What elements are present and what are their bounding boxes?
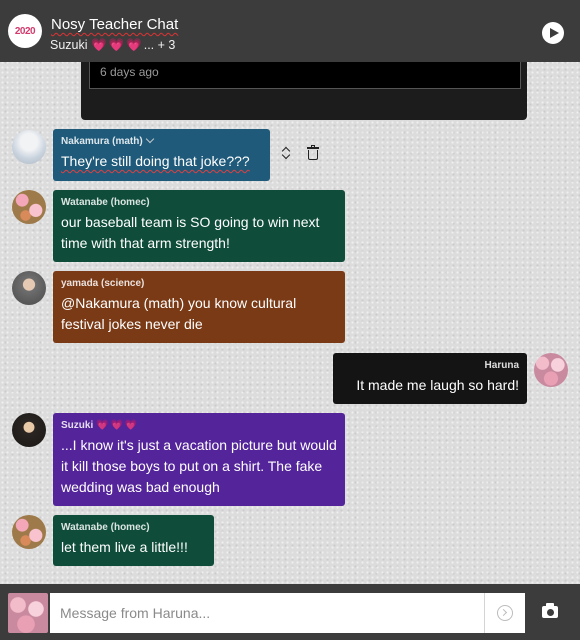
media-card[interactable]: 6 days ago — [81, 62, 527, 120]
composer-bar — [0, 584, 580, 640]
media-preview: 6 days ago — [89, 62, 521, 89]
sender-name: Watanabe (homec) — [61, 197, 150, 208]
avatar[interactable] — [534, 353, 568, 387]
sort-icon[interactable] — [282, 146, 291, 160]
message-bubble[interactable]: Haruna It made me laugh so hard! — [333, 353, 527, 404]
trash-icon[interactable] — [307, 145, 319, 160]
sender-name: Suzuki 💗💗💗 — [61, 420, 140, 431]
message-bubble[interactable]: Suzuki 💗💗💗 ...I know it's just a vacatio… — [53, 413, 345, 506]
media-timestamp: 6 days ago — [100, 65, 159, 79]
camera-icon[interactable] — [542, 603, 558, 618]
sender-name: Nakamura (math) — [61, 134, 262, 147]
send-button[interactable] — [484, 593, 525, 633]
avatar[interactable] — [12, 130, 46, 164]
message-bubble[interactable]: Watanabe (homec) let them live a little!… — [53, 515, 214, 566]
message-actions — [282, 145, 319, 160]
message-bubble[interactable]: yamada (science) @Nakamura (math) you kn… — [53, 271, 345, 343]
message-text: let them live a little!!! — [61, 539, 188, 555]
send-icon — [497, 605, 513, 621]
members-first: Suzuki — [50, 38, 88, 52]
avatar[interactable] — [12, 413, 46, 447]
own-avatar[interactable] — [8, 593, 48, 633]
message-bubble[interactable]: Watanabe (homec) our baseball team is SO… — [53, 190, 345, 262]
sender-name: Watanabe (homec) — [61, 522, 150, 533]
chevron-down-icon[interactable] — [145, 134, 154, 144]
members-more: ... + 3 — [143, 38, 176, 52]
sender-name: yamada (science) — [61, 278, 145, 289]
avatar[interactable] — [12, 190, 46, 224]
chat-header: 2020 Nosy Teacher Chat Suzuki 💗💗💗... + 3 — [0, 0, 580, 62]
message-text: ...I know it's just a vacation picture b… — [61, 437, 337, 495]
hearts-icon: 💗💗💗 — [91, 38, 144, 52]
message-text: It made me laugh so hard! — [356, 377, 519, 393]
members-list[interactable]: Suzuki 💗💗💗... + 3 — [50, 38, 175, 53]
chat-title[interactable]: Nosy Teacher Chat — [51, 16, 178, 33]
hearts-icon: 💗💗💗 — [96, 420, 140, 431]
avatar[interactable] — [12, 515, 46, 549]
message-text: They're still doing that joke??? — [61, 153, 250, 169]
message-text: our baseball team is SO going to win nex… — [61, 214, 320, 251]
logo-text: 2020 — [14, 25, 36, 37]
play-icon[interactable] — [542, 22, 564, 44]
message-text: @Nakamura (math) you know cultural festi… — [61, 295, 297, 332]
sender-name: Haruna — [484, 360, 519, 371]
message-bubble[interactable]: Nakamura (math) They're still doing that… — [53, 129, 270, 181]
avatar[interactable] — [12, 271, 46, 305]
message-input[interactable] — [50, 593, 484, 633]
group-logo[interactable]: 2020 — [8, 14, 42, 48]
